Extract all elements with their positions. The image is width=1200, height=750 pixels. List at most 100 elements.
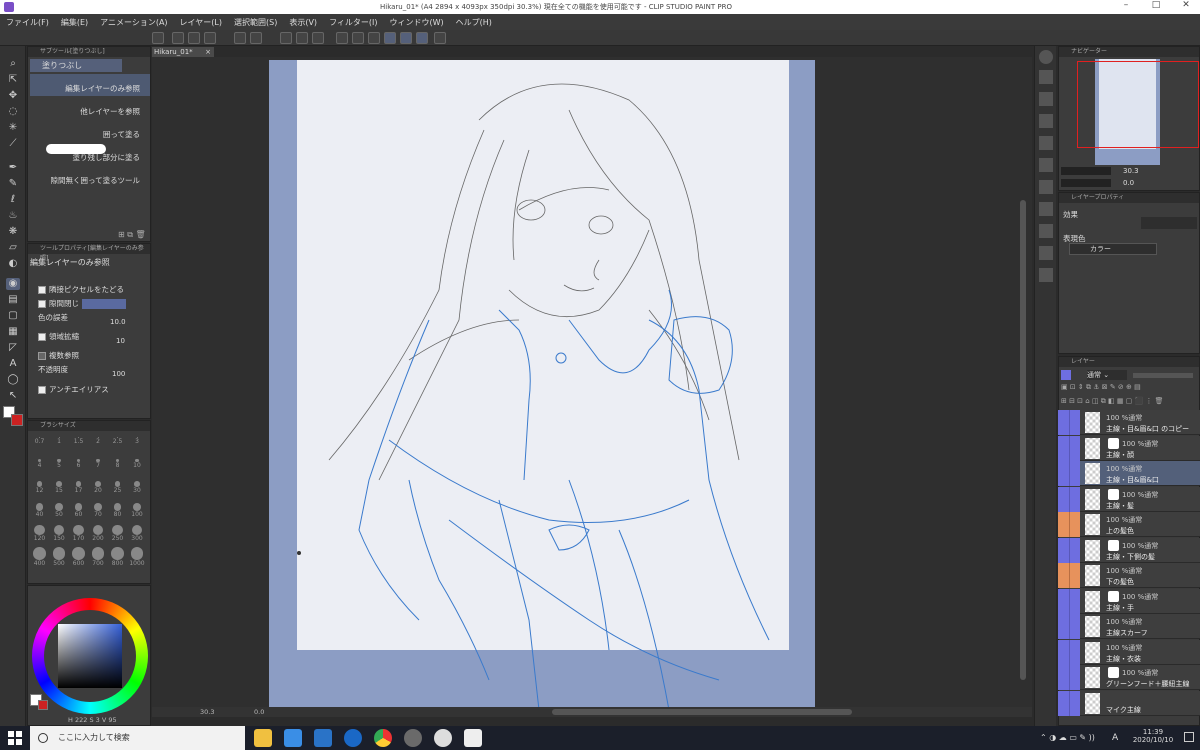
material-5-icon[interactable] [1039, 180, 1053, 194]
layer-row[interactable]: 100 %通常 主線・顔 [1058, 435, 1200, 461]
fill-icon[interactable] [312, 32, 324, 44]
eraser-icon[interactable]: ▱ [6, 242, 20, 254]
gap-level-bar[interactable] [82, 299, 126, 309]
brush-size-cell[interactable]: 400 [30, 545, 49, 567]
clip-studio-icon[interactable] [152, 32, 164, 44]
color-sub-swatch[interactable] [38, 700, 48, 710]
layer-lock-toggle[interactable] [1069, 512, 1080, 537]
material-4-icon[interactable] [1039, 158, 1053, 172]
chrome-icon[interactable] [374, 729, 392, 747]
menu-animation[interactable]: アニメーション(A) [94, 17, 173, 28]
layer-row[interactable]: 100 %通常 グリーンフード＋腰紐主線 [1058, 665, 1200, 690]
layer-lock-toggle[interactable] [1069, 435, 1080, 461]
brush-size-cell[interactable]: 70 [89, 501, 108, 518]
show-selection-icon[interactable] [368, 32, 380, 44]
brush-size-cell[interactable]: 300 [128, 523, 147, 542]
menu-file[interactable]: ファイル(F) [0, 17, 55, 28]
layer-visibility-toggle[interactable] [1058, 512, 1069, 537]
help-icon[interactable] [434, 32, 446, 44]
special-ruler-snap-icon[interactable] [400, 32, 412, 44]
eyedropper-icon[interactable]: ⟋ [6, 138, 20, 150]
lasso-icon[interactable]: ◌ [6, 106, 20, 118]
brush-size-cell[interactable]: 80 [108, 501, 127, 518]
pen-icon[interactable]: ✒ [6, 162, 20, 174]
effect-buttons[interactable] [1141, 217, 1197, 229]
prop-color-margin-value[interactable]: 10.0 [110, 318, 126, 326]
brush-size-cell[interactable]: 10 [128, 457, 147, 474]
subtool-item-refer-other-layers[interactable]: 他レイヤーを参照 [30, 97, 150, 119]
new-file-icon[interactable] [172, 32, 184, 44]
edge-icon[interactable] [344, 729, 362, 747]
clip-studio-taskbar-icon[interactable] [464, 729, 482, 747]
photos-icon[interactable] [284, 729, 302, 747]
redo-icon[interactable] [250, 32, 262, 44]
brush-size-cell[interactable]: 15 [50, 479, 69, 496]
layer-color-swatch[interactable] [1061, 370, 1071, 380]
operation-icon[interactable]: ⇱ [6, 74, 20, 86]
notification-icon[interactable] [1184, 732, 1194, 742]
layer-row[interactable]: 100 %通常 主線スカーフ [1058, 614, 1200, 639]
layer-lock-toggle[interactable] [1069, 410, 1080, 435]
prop-antialias[interactable]: アンチエイリアス [38, 384, 109, 395]
fill-tool-icon[interactable]: ◉ [6, 278, 20, 290]
blend-mode-select[interactable]: 通常 ⌄ [1087, 370, 1127, 380]
brush-size-cell[interactable]: 8 [108, 457, 127, 474]
layer-row[interactable]: 100 %通常 主線・手 [1058, 588, 1200, 614]
sub-view-icon[interactable] [1039, 70, 1053, 84]
material-icon[interactable] [1039, 92, 1053, 106]
brush-size-cell[interactable]: 2 [89, 435, 108, 452]
layer-row[interactable]: 100 %通常 主線・髪 [1058, 486, 1200, 512]
navigator-icon[interactable] [1039, 50, 1053, 64]
gradient-icon[interactable]: ▤ [6, 294, 20, 306]
move-icon[interactable]: ✥ [6, 90, 20, 102]
magic-wand-icon[interactable]: ✳ [6, 122, 20, 134]
layer-visibility-toggle[interactable] [1058, 588, 1069, 614]
brush-size-cell[interactable]: 20 [89, 479, 108, 496]
figure-icon[interactable]: ▢ [6, 310, 20, 322]
clear-icon[interactable] [280, 32, 292, 44]
material-6-icon[interactable] [1039, 202, 1053, 216]
blend-icon[interactable]: ◐ [6, 258, 20, 270]
material-3-icon[interactable] [1039, 136, 1053, 150]
saturation-value-square[interactable] [58, 624, 122, 688]
brush-size-cell[interactable]: 250 [108, 523, 127, 542]
brush-size-cell[interactable]: 7 [89, 457, 108, 474]
brush-size-cell[interactable]: 30 [128, 479, 147, 496]
open-file-icon[interactable] [188, 32, 200, 44]
brush-size-cell[interactable]: 4 [30, 457, 49, 474]
layer-visibility-toggle[interactable] [1058, 461, 1069, 486]
balloon-icon[interactable]: ◯ [6, 374, 20, 386]
brush-size-cell[interactable]: 12 [30, 479, 49, 496]
navigator-zoom-slider[interactable] [1061, 167, 1111, 175]
ime-indicator[interactable]: A [1112, 733, 1118, 743]
layer-lock-toggle[interactable] [1069, 665, 1080, 690]
layer-lock-toggle[interactable] [1069, 614, 1080, 639]
vertical-scrollbar[interactable] [1020, 200, 1026, 680]
layer-actions-bar[interactable]: ⊞ ⊟ ⊡ ⌂ ◫ ⧉ ◧ ▦ ▢ ⬛ ⋮ 🗑 [1061, 397, 1199, 407]
layer-lock-toggle[interactable] [1069, 690, 1080, 716]
subtool-footer-icons[interactable]: ⊞ ⧉ 🗑 [118, 230, 146, 240]
brush-size-cell[interactable]: 6 [69, 457, 88, 474]
prop-multi-refer[interactable]: 複数参照 [38, 350, 79, 361]
brush-size-cell[interactable]: 800 [108, 545, 127, 567]
brush-size-cell[interactable]: 700 [89, 545, 108, 567]
canvas-page[interactable] [269, 60, 815, 710]
object-icon[interactable]: ↖ [6, 390, 20, 402]
pencil-icon[interactable]: ✎ [6, 178, 20, 190]
brush-size-cell[interactable]: 40 [30, 501, 49, 518]
brush-size-cell[interactable]: 5 [50, 457, 69, 474]
subtool-group-tab[interactable]: 塗りつぶし [30, 59, 122, 72]
subtool-item-edit-layer-only[interactable]: 編集レイヤーのみ参照 [30, 74, 150, 96]
brush-size-cell[interactable]: 0.7 [30, 435, 49, 452]
layer-row[interactable]: 100 %通常 下の髪色 [1058, 563, 1200, 588]
layer-opacity-slider[interactable] [1133, 373, 1193, 378]
brush-size-cell[interactable]: 3 [128, 435, 147, 452]
brush-size-cell[interactable]: 1.5 [69, 435, 88, 452]
app-icon-2[interactable] [434, 729, 452, 747]
brush-size-cell[interactable]: 600 [69, 545, 88, 567]
frame-icon[interactable]: ▦ [6, 326, 20, 338]
brush-size-cell[interactable]: 100 [128, 501, 147, 518]
minimize-icon[interactable]: – [1118, 0, 1134, 10]
layer-lock-toggle[interactable] [1069, 461, 1080, 486]
navigator-rotate-slider[interactable] [1061, 179, 1111, 187]
